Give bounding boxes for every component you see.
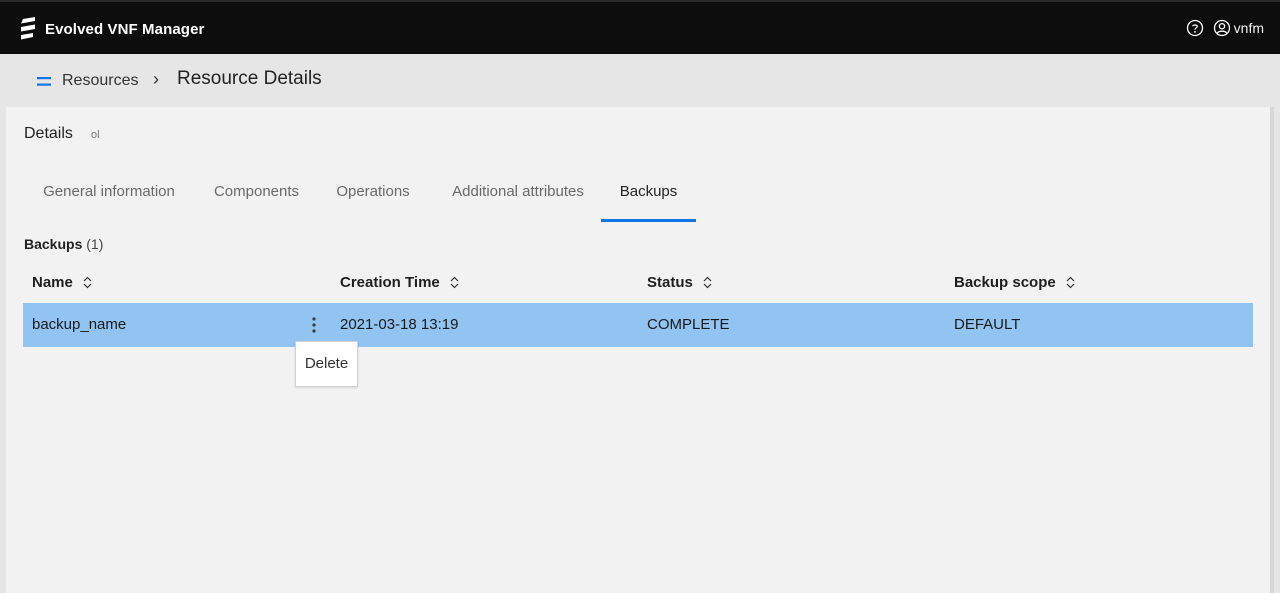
sort-icon (1066, 276, 1075, 289)
breadcrumb: Resources › Resource Details (0, 54, 1280, 107)
tab-general-information[interactable]: General information (23, 167, 195, 219)
backups-section-title: Backups (1) (24, 236, 103, 252)
delete-menu-item[interactable]: Delete (296, 342, 357, 386)
tab-backups[interactable]: Backups (601, 167, 696, 222)
sort-icon (450, 276, 459, 289)
backups-title: Backups (24, 236, 83, 252)
column-header-label: Name (32, 274, 73, 291)
cell-creation-time: 2021-03-18 13:19 (340, 316, 459, 333)
column-header-status[interactable]: Status (647, 274, 712, 291)
app-header: Evolved VNF Manager vnfm (0, 0, 1280, 54)
tab-additional-attributes[interactable]: Additional attributes (443, 167, 593, 219)
table-header: Name Creation Time Status Backup scope (23, 269, 1253, 303)
backups-count: (1) (86, 236, 104, 252)
more-options-icon[interactable] (310, 315, 318, 335)
column-header-creation-time[interactable]: Creation Time (340, 274, 459, 291)
cell-status: COMPLETE (647, 316, 730, 333)
table-row[interactable]: backup_name 2021-03-18 13:19 COMPLETE DE… (23, 303, 1253, 347)
details-panel: Details ol General information Component… (6, 107, 1274, 593)
page-title: Resource Details (177, 68, 322, 89)
column-header-label: Backup scope (954, 274, 1056, 291)
details-title: Details (24, 125, 73, 142)
help-circle-icon[interactable] (1186, 19, 1204, 37)
user-circle-icon (1213, 19, 1230, 37)
sort-icon (703, 276, 712, 289)
ericsson-logo-icon (21, 17, 35, 40)
column-header-label: Creation Time (340, 274, 440, 291)
column-header-backup-scope[interactable]: Backup scope (954, 274, 1075, 291)
menu-icon[interactable] (37, 77, 51, 87)
cell-name: backup_name (32, 316, 127, 333)
breadcrumb-resources-link[interactable]: Resources (62, 72, 138, 90)
tab-operations[interactable]: Operations (330, 167, 416, 219)
tab-components[interactable]: Components (209, 167, 304, 219)
brand[interactable]: Evolved VNF Manager (18, 17, 204, 41)
breadcrumb-separator: › (153, 69, 159, 89)
app-title: Evolved VNF Manager (45, 20, 205, 38)
username: vnfm (1233, 20, 1264, 36)
column-header-name[interactable]: Name (32, 274, 92, 291)
column-header-label: Status (647, 274, 693, 291)
sort-icon (83, 276, 92, 289)
context-menu: Delete (295, 341, 358, 387)
cell-backup-scope: DEFAULT (954, 316, 1021, 333)
details-subtitle: ol (91, 129, 100, 141)
user-menu[interactable]: vnfm (1213, 19, 1264, 37)
